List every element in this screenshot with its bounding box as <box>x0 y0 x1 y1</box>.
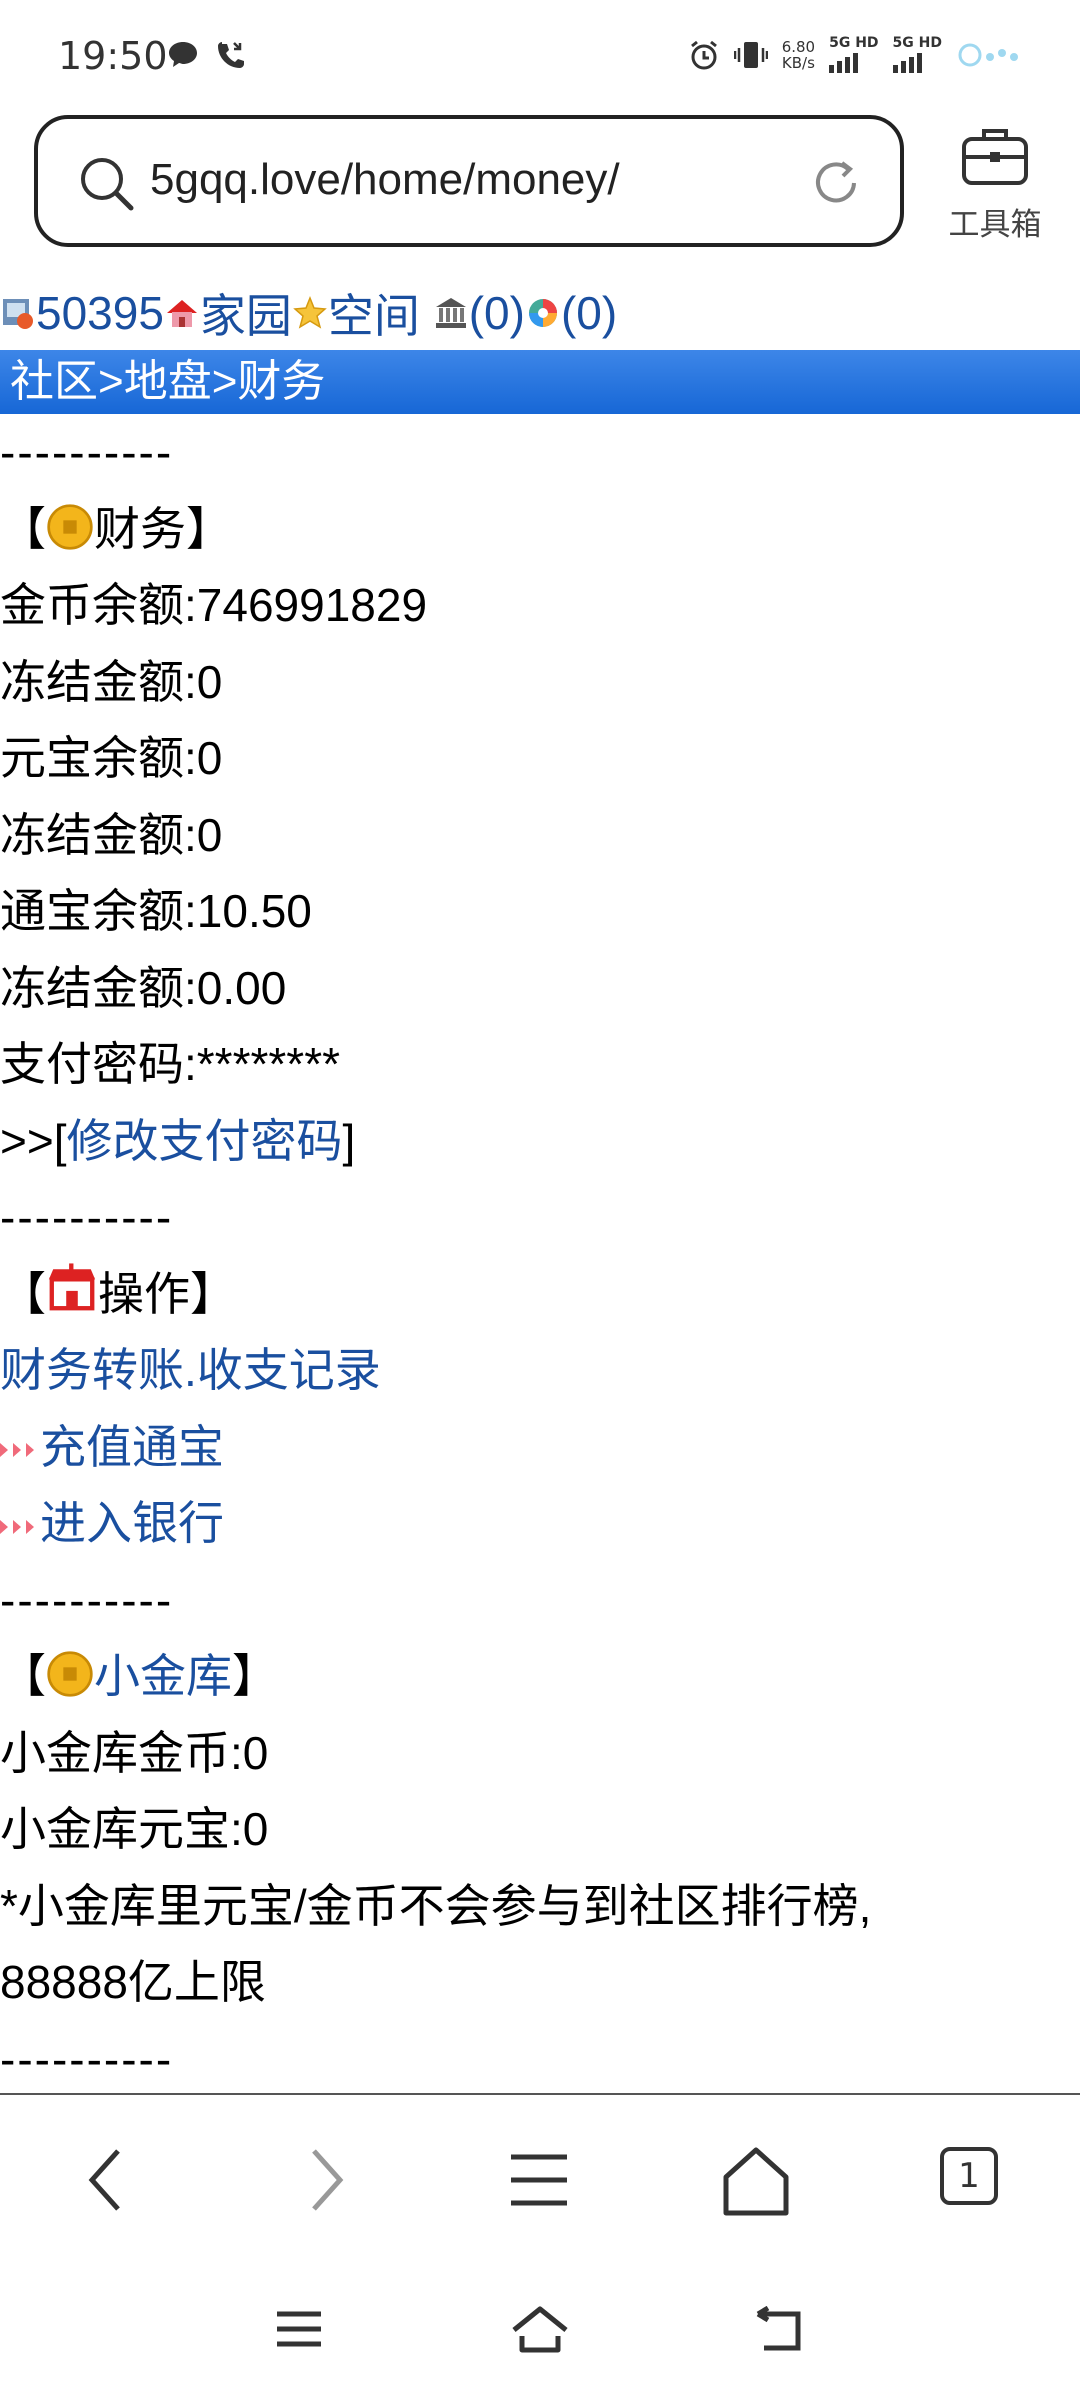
bank-icon <box>435 298 466 328</box>
breadcrumb-community[interactable]: 社区 <box>10 357 98 406</box>
bank-count-link[interactable]: (0) <box>469 286 525 340</box>
divider: ---------- <box>0 426 174 478</box>
transfer-link[interactable]: 财务转账. <box>0 1344 197 1396</box>
divider: ---------- <box>0 1191 174 1243</box>
star-icon <box>293 295 327 329</box>
status-right-icons: 6.80 KB/s 5G HD 5G HD <box>688 36 1020 73</box>
browser-bottom-nav: 1 <box>0 2093 1080 2270</box>
space-link[interactable]: 空间 <box>328 280 420 346</box>
vault-limit: 88888亿上限 <box>0 1956 266 2008</box>
yuanbao-frozen: 冻结金额:0 <box>0 808 223 861</box>
vault-gold: 小金库金币:0 <box>0 1726 269 1779</box>
alarm-icon <box>690 40 717 69</box>
vault-link[interactable]: 小金库 <box>94 1650 232 1702</box>
yuanbao-balance: 元宝余额:0 <box>0 732 223 784</box>
coin-icon <box>47 1651 93 1697</box>
status-bar: 19:50 6.80 KB/s 5G HD 5G HD <box>0 0 1080 110</box>
pay-password: 支付密码:******** <box>0 1038 340 1090</box>
recharge-link[interactable]: 充值通宝 <box>40 1421 224 1473</box>
network-speed: 6.80 KB/s <box>781 37 816 72</box>
vault-heading: 【小金库】 <box>0 1650 278 1702</box>
status-time: 19:50 <box>58 34 168 78</box>
triple-arrow-icon <box>0 1443 34 1458</box>
bank-link[interactable]: 进入银行 <box>40 1497 224 1549</box>
tabs-button[interactable]: 1 <box>940 2147 998 2205</box>
toolbox-button[interactable]: 工具箱 <box>935 125 1055 244</box>
vibrate-icon <box>733 41 768 68</box>
breadcrumb: 社区>地盘>财务 <box>0 350 1080 414</box>
home-nav-icon[interactable] <box>720 2145 792 2217</box>
breadcrumb-sep: > <box>98 357 124 406</box>
coin-icon <box>47 503 93 550</box>
breadcrumb-territory[interactable]: 地盘 <box>124 357 212 406</box>
operation-heading: 【操作】 <box>0 1256 1080 1333</box>
signal-1: 5G HD <box>829 36 879 73</box>
system-home-icon[interactable] <box>510 2304 570 2354</box>
finance-heading: 【财务】 <box>0 502 232 555</box>
modify-password-link[interactable]: 修改支付密码 <box>67 1115 343 1167</box>
top-nav: 50395 家园 空间 (0) (0) <box>0 278 1080 348</box>
tongbao-balance: 通宝余额:10.50 <box>0 885 312 937</box>
color-count-link[interactable]: (0) <box>561 286 617 340</box>
gold-frozen: 冻结金额:0 <box>0 655 223 708</box>
back-icon[interactable] <box>82 2145 132 2215</box>
recent-apps-icon[interactable] <box>274 2308 324 2350</box>
vault-yuanbao: 小金库元宝:0 <box>0 1803 269 1855</box>
search-icon <box>81 158 134 211</box>
message-icon <box>169 42 197 67</box>
url-text[interactable]: 5gqq.love/home/money/ <box>150 155 620 205</box>
forward-icon[interactable] <box>300 2145 350 2215</box>
status-left-icons <box>166 38 248 72</box>
battery-icon <box>958 43 1018 66</box>
user-card-icon <box>3 299 33 329</box>
home-link[interactable]: 家园 <box>200 280 292 346</box>
tongbao-frozen: 冻结金额:0.00 <box>0 961 287 1014</box>
missed-call-icon <box>218 42 244 68</box>
divider: ---------- <box>0 2032 174 2085</box>
home-icon <box>166 300 197 327</box>
address-bar[interactable]: 5gqq.love/home/money/ <box>34 115 904 247</box>
shop-icon <box>48 1262 96 1310</box>
triple-arrow-icon <box>0 1519 34 1534</box>
toolbox-label: 工具箱 <box>948 207 1042 243</box>
system-back-icon[interactable] <box>752 2306 806 2352</box>
breadcrumb-current: 财务 <box>237 357 326 406</box>
breadcrumb-sep: > <box>211 357 238 406</box>
color-wheel-icon <box>528 299 557 327</box>
signal-2: 5G HD <box>892 36 942 73</box>
transfer-records-row: 财务转账.收支记录 <box>0 1332 1080 1409</box>
system-nav-bar <box>0 2268 1080 2388</box>
gold-balance: 金币余额:746991829 <box>0 579 428 631</box>
records-link[interactable]: 收支记录 <box>197 1344 381 1396</box>
divider: ---------- <box>0 1573 174 1626</box>
user-id-link[interactable]: 50395 <box>36 286 164 340</box>
reload-icon[interactable] <box>810 157 862 209</box>
recharge-row: 充值通宝 <box>0 1409 1080 1486</box>
modify-password-row: >>[修改支付密码] <box>0 1114 356 1167</box>
page-content: 50395 家园 空间 (0) (0) 社区>地盘>财务 ---------- 【财务… <box>0 278 1080 2097</box>
vault-note: *小金库里元宝/金币不会参与到社区排行榜, <box>0 1879 872 1932</box>
bank-row: 进入银行 <box>0 1485 1080 1562</box>
tab-count: 1 <box>958 2156 980 2196</box>
toolbox-icon <box>962 129 1028 185</box>
menu-icon[interactable] <box>507 2145 571 2215</box>
